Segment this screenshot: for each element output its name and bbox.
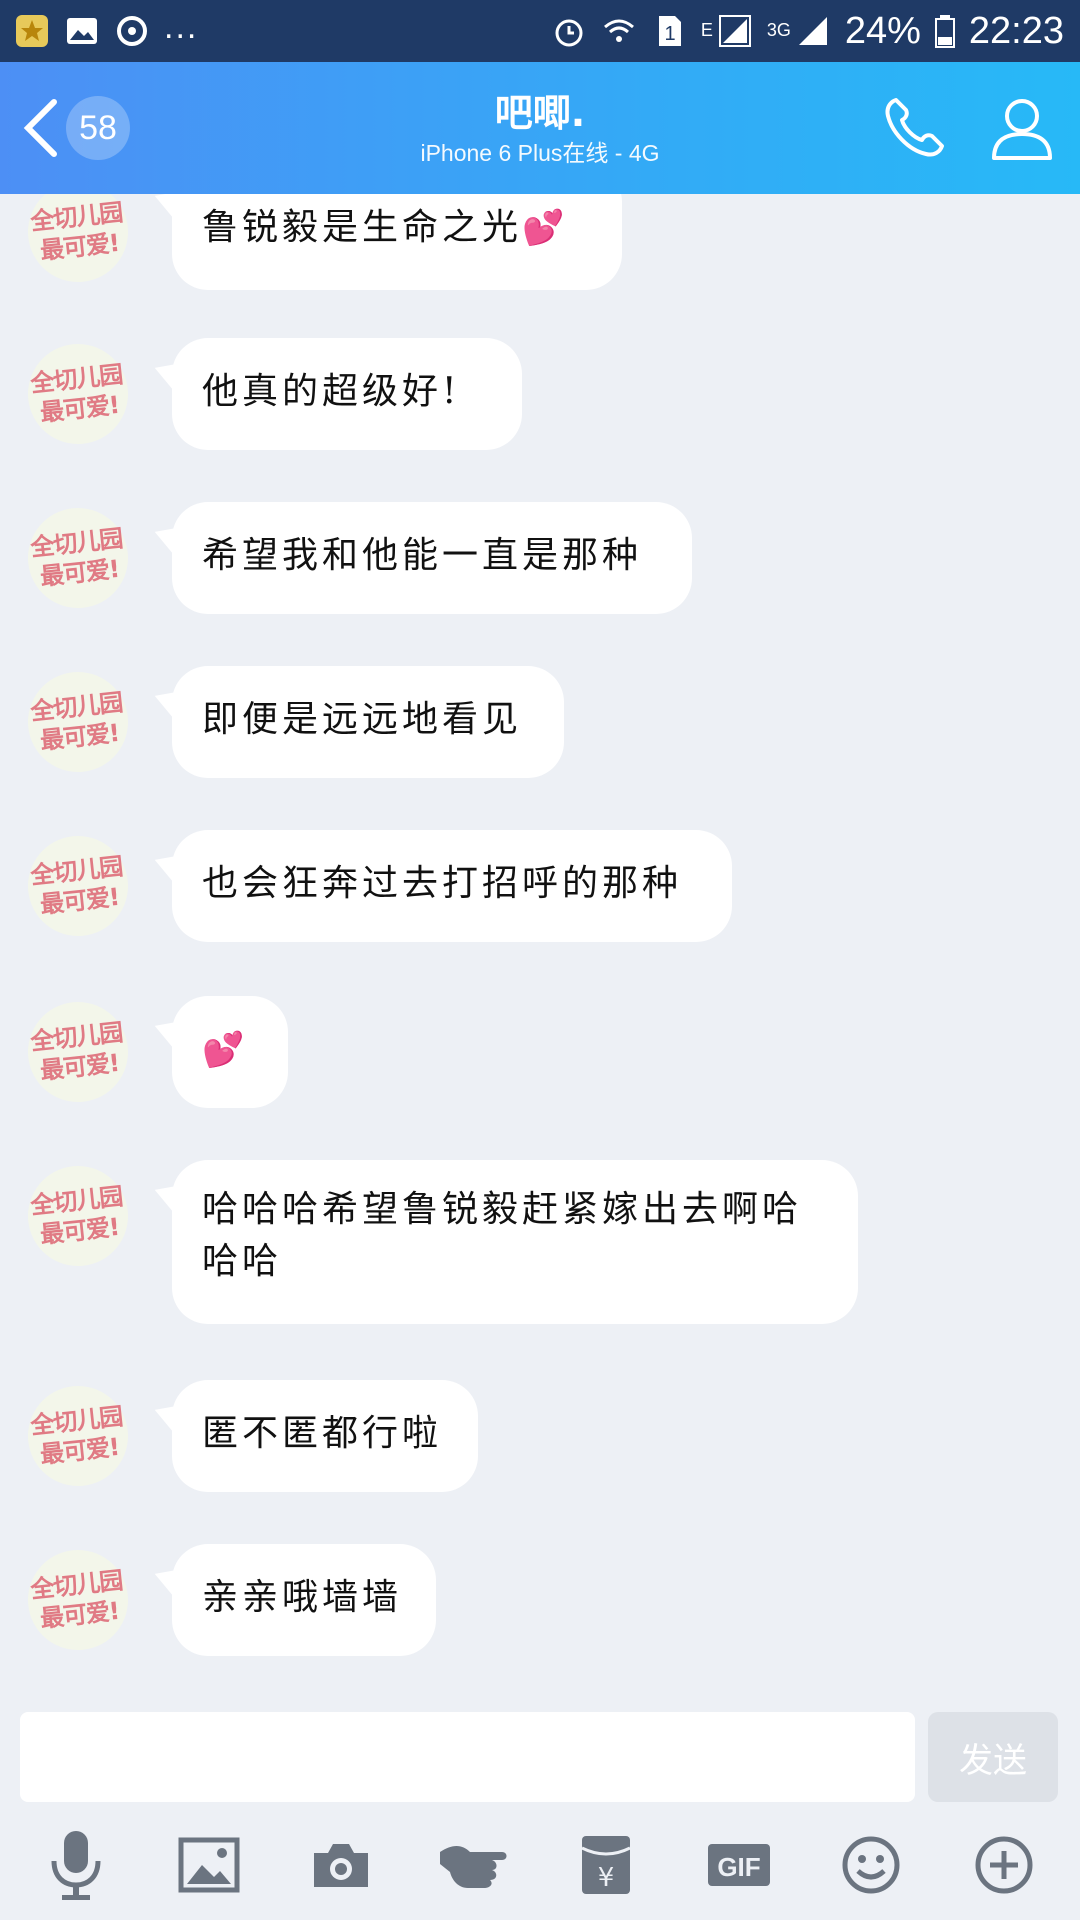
- message-text: 他真的超级好!: [202, 371, 461, 412]
- signal-icon-2: [798, 17, 827, 45]
- avatar[interactable]: 全切儿园 最可爱!: [23, 667, 133, 777]
- avatar[interactable]: 全切儿园 最可爱!: [23, 997, 133, 1107]
- message-bubble[interactable]: 哈哈哈希望鲁锐毅赶紧嫁出去啊哈哈哈: [172, 1160, 858, 1324]
- message-bubble[interactable]: 亲亲哦墙墙: [172, 1544, 436, 1656]
- message-text: 希望我和他能一直是那种: [202, 535, 643, 576]
- status-bar-right: 1 E 3G 24% 22:23: [551, 10, 1064, 53]
- avatar[interactable]: 全切儿园 最可爱!: [23, 503, 133, 613]
- alarm-icon: [555, 19, 583, 47]
- gif-button[interactable]: GIF: [694, 1820, 784, 1910]
- message-text: 也会狂奔过去打招呼的那种: [202, 863, 683, 904]
- unread-count-badge: 58: [66, 96, 130, 160]
- message-text: 亲亲哦墙墙: [202, 1577, 403, 1618]
- heart-emoji-icon: 💕: [202, 1030, 245, 1070]
- message-bubble[interactable]: 💕: [172, 996, 288, 1108]
- svg-text:GIF: GIF: [717, 1852, 760, 1882]
- message-bubble[interactable]: 匿不匿都行啦: [172, 1380, 478, 1492]
- message-bubble[interactable]: 鲁锐毅是生命之光💕: [172, 194, 622, 290]
- battery-percent: 24%: [844, 9, 921, 52]
- message-text: 即便是远远地看见: [202, 699, 523, 740]
- avatar[interactable]: 全切儿园 最可爱!: [23, 1545, 133, 1655]
- chat-header: 58 吧唧. iPhone 6 Plus在线 - 4G: [0, 62, 1080, 194]
- poke-button[interactable]: [429, 1820, 519, 1910]
- input-row: 发送: [0, 1700, 1080, 1810]
- message-bubble[interactable]: 即便是远远地看见: [172, 666, 564, 778]
- network-3g-tag: 3G: [766, 19, 791, 40]
- image-icon: [178, 1837, 240, 1893]
- gif-icon: GIF: [707, 1844, 770, 1886]
- avatar[interactable]: 全切儿园 最可爱!: [23, 194, 133, 287]
- status-bar: ... 1 E 3G 24% 22:23: [0, 0, 1080, 62]
- wifi-icon: [603, 19, 634, 42]
- message-input[interactable]: [20, 1712, 915, 1802]
- contact-name: 吧唧.: [494, 91, 586, 135]
- camera-button[interactable]: [296, 1820, 386, 1910]
- avatar[interactable]: 全切儿园 最可爱!: [23, 1381, 133, 1491]
- message-bubble[interactable]: 希望我和他能一直是那种: [172, 502, 692, 614]
- message-text: 哈哈哈希望鲁锐毅赶紧嫁出去啊哈哈哈: [202, 1189, 803, 1282]
- avatar[interactable]: 全切儿园 最可爱!: [23, 339, 133, 449]
- red-packet-button[interactable]: ¥: [561, 1820, 651, 1910]
- microphone-icon: [51, 1831, 101, 1900]
- voice-button[interactable]: [31, 1820, 121, 1910]
- camera-icon: [314, 1844, 369, 1887]
- battery-icon: [934, 15, 955, 48]
- gallery-button[interactable]: [164, 1820, 254, 1910]
- more-notifications: ...: [164, 7, 199, 46]
- app-star-icon: [16, 15, 48, 47]
- emoji-icon: [842, 1836, 900, 1894]
- svg-text:¥: ¥: [598, 1863, 615, 1893]
- heart-emoji-icon: 💕: [522, 208, 565, 248]
- more-button[interactable]: [959, 1820, 1049, 1910]
- avatar[interactable]: 全切儿园 最可爱!: [23, 1161, 133, 1271]
- signal-icon-1: [718, 15, 751, 47]
- profile-icon[interactable]: [986, 92, 1058, 164]
- back-button[interactable]: 58: [18, 90, 130, 166]
- phone-call-icon[interactable]: [878, 92, 950, 164]
- plus-icon: [975, 1836, 1033, 1894]
- avatar[interactable]: 全切儿园 最可爱!: [23, 831, 133, 941]
- sim-card-icon: 1: [658, 16, 681, 46]
- network-e-tag: E: [700, 19, 713, 40]
- contact-status: iPhone 6 Plus在线 - 4G: [420, 140, 660, 166]
- emoji-button[interactable]: [826, 1820, 916, 1910]
- input-toolbar: ¥ GIF: [0, 1810, 1080, 1920]
- svg-text:1: 1: [664, 23, 675, 45]
- message-list[interactable]: 全切儿园 最可爱! 鲁锐毅是生命之光💕 全切儿园 最可爱! 他真的超级好! 全切…: [0, 194, 1080, 1694]
- send-button[interactable]: 发送: [928, 1712, 1058, 1802]
- gallery-icon: [67, 18, 97, 44]
- poke-icon: [439, 1846, 507, 1888]
- message-bubble[interactable]: 也会狂奔过去打招呼的那种: [172, 830, 732, 942]
- sync-icon: [117, 16, 147, 46]
- clock: 22:23: [968, 9, 1064, 52]
- message-text: 鲁锐毅是生命之光: [202, 207, 523, 248]
- red-packet-icon: ¥: [581, 1836, 631, 1894]
- chevron-left-icon: [23, 99, 57, 157]
- contact-info[interactable]: 吧唧. iPhone 6 Plus在线 - 4G: [280, 90, 800, 170]
- message-text: 匿不匿都行啦: [202, 1413, 443, 1454]
- message-bubble[interactable]: 他真的超级好!: [172, 338, 522, 450]
- status-bar-left: ...: [14, 8, 198, 49]
